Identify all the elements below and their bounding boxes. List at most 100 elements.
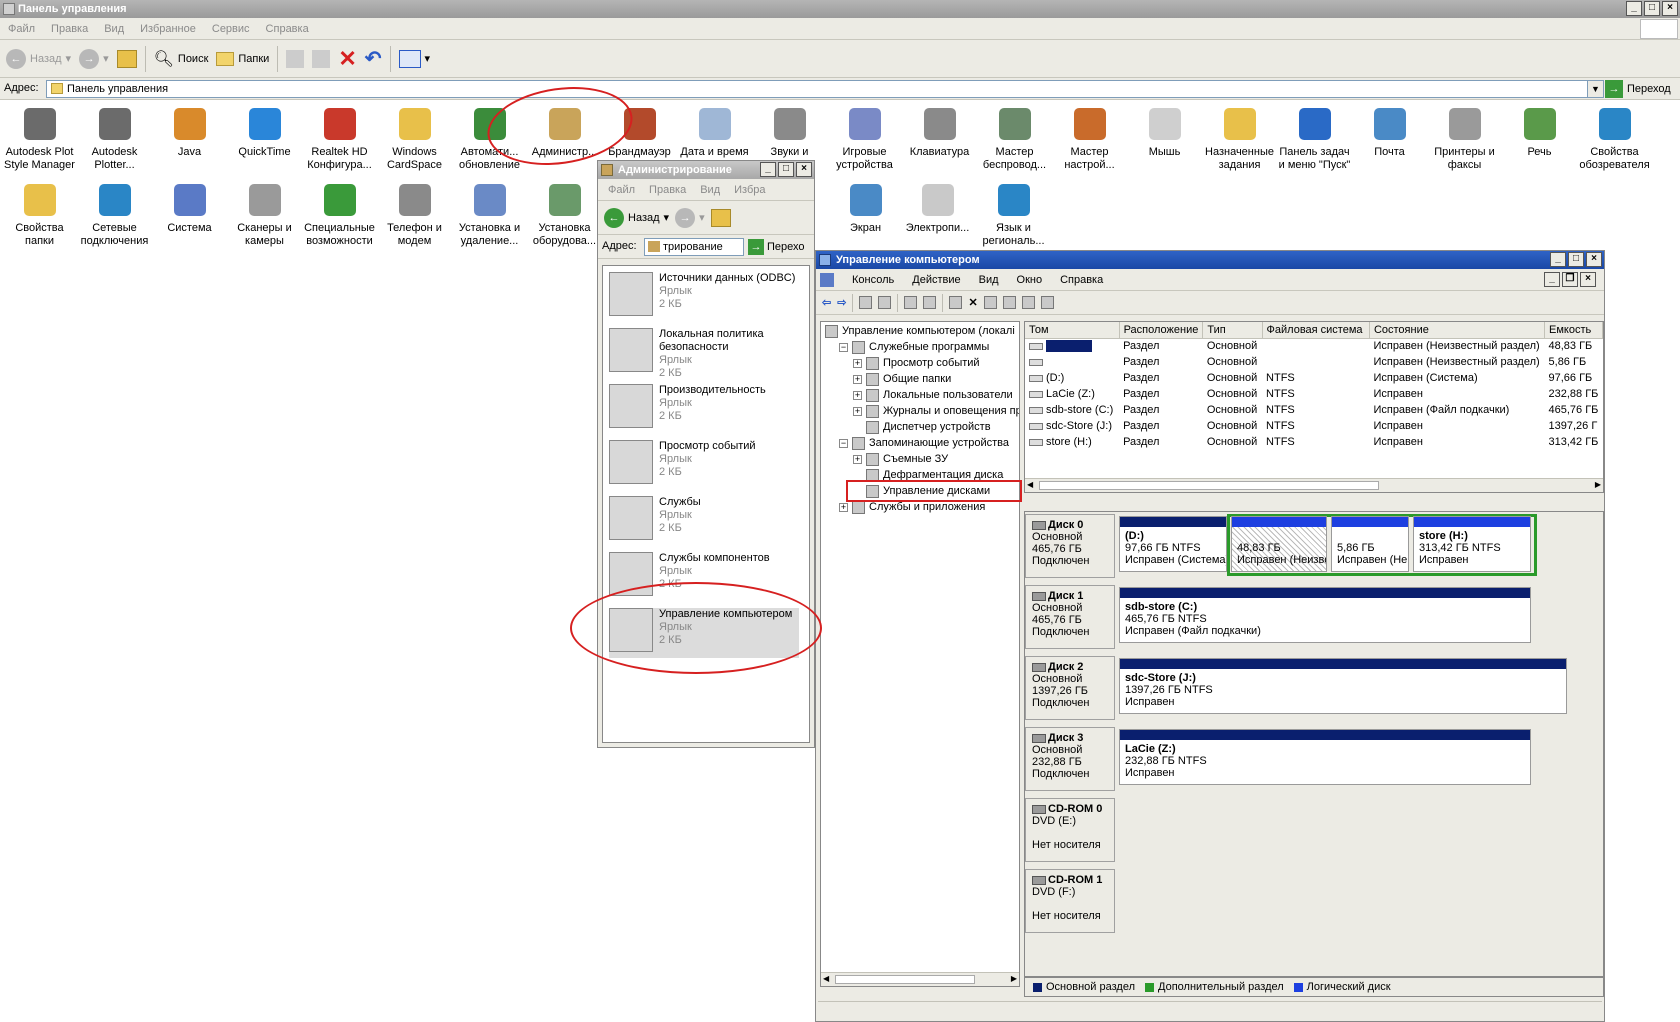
cp-item[interactable]: Панель задач и меню "Пуск" <box>1277 108 1352 172</box>
scroll-thumb[interactable] <box>835 975 975 984</box>
cp-item[interactable]: Установка оборудова... <box>527 184 602 248</box>
menu-file[interactable]: Файл <box>8 23 35 35</box>
cp-item[interactable]: Мышь <box>1127 108 1202 159</box>
menu-view[interactable]: Вид <box>104 23 124 35</box>
disk-label[interactable]: Диск 1 Основной 465,76 ГБ Подключен <box>1025 585 1115 649</box>
expand-icon[interactable]: + <box>853 375 862 384</box>
address-input[interactable]: трирование <box>644 238 744 256</box>
expand-icon[interactable]: + <box>853 359 862 368</box>
back-button[interactable]: ← Назад ▾ <box>604 207 669 228</box>
partition-block[interactable]: sdc-Store (J:) 1397,26 ГБ NTFS Исправен <box>1119 658 1567 714</box>
child-minimize-button[interactable]: _ <box>1544 272 1560 287</box>
child-close-button[interactable]: × <box>1580 272 1596 287</box>
tree-node[interactable]: − Запоминающие устройства <box>839 436 1009 451</box>
cp-item[interactable]: Клавиатура <box>902 108 977 159</box>
back-button[interactable]: ← Назад ▾ <box>6 48 71 69</box>
cp-item[interactable]: Java <box>152 108 227 159</box>
cp-item[interactable]: Специальные возможности <box>302 184 377 248</box>
cp-item[interactable]: Система <box>152 184 227 235</box>
menu-help[interactable]: Справка <box>266 23 309 35</box>
scroll-thumb[interactable] <box>1039 481 1379 490</box>
disk-label[interactable]: CD-ROM 0 DVD (E:) Нет носителя <box>1025 798 1115 862</box>
partition-block[interactable]: store (H:) 313,42 ГБ NTFS Исправен <box>1413 516 1531 572</box>
back-arrow-icon[interactable]: ⇦ <box>822 296 831 309</box>
cp-item[interactable]: Звуки и <box>752 108 827 159</box>
disk-label[interactable]: Диск 0 Основной 465,76 ГБ Подключен <box>1025 514 1115 578</box>
cp-item[interactable]: Свойства папки <box>2 184 77 248</box>
cp-item[interactable]: Экран <box>828 184 903 235</box>
table-row[interactable]: Раздел Основной Исправен (Неизвестный разд… <box>1025 338 1603 354</box>
disk-label[interactable]: Диск 3 Основной 232,88 ГБ Подключен <box>1025 727 1115 791</box>
table-row[interactable]: store (H:) Раздел Основной NTFS Исправен 313,… <box>1025 434 1603 450</box>
menu-file[interactable]: Файл <box>608 184 635 196</box>
tree-node[interactable]: + Службы и приложения <box>839 500 985 515</box>
column-header[interactable]: Том <box>1025 322 1120 339</box>
go-button[interactable]: → Перехо <box>748 239 805 255</box>
menu-favorites[interactable]: Избранное <box>140 23 196 35</box>
table-row[interactable]: sdb-store (C:) Раздел Основной NTFS Исправен… <box>1025 402 1603 418</box>
column-header[interactable]: Тип <box>1202 322 1263 339</box>
tree-node[interactable]: + Съемные ЗУ <box>853 452 948 467</box>
go-button[interactable]: → Переход <box>1605 80 1671 98</box>
menu-console[interactable]: Консоль <box>852 274 894 286</box>
cp-item[interactable]: Установка и удаление... <box>452 184 527 248</box>
folders-button[interactable]: Папки <box>216 51 269 66</box>
expand-icon[interactable]: + <box>839 503 848 512</box>
column-header[interactable]: Емкость <box>1544 322 1603 339</box>
help-icon[interactable] <box>904 296 918 309</box>
partition-block[interactable]: LaCie (Z:) 232,88 ГБ NTFS Исправен <box>1119 729 1531 785</box>
cp-item[interactable]: Речь <box>1502 108 1577 159</box>
cp-item[interactable]: Мастер настрой... <box>1052 108 1127 172</box>
close-button[interactable]: × <box>796 162 812 177</box>
table-row[interactable]: sdc-Store (J:) Раздел Основной NTFS Исправен… <box>1025 418 1603 434</box>
menu-help[interactable]: Справка <box>1060 274 1103 286</box>
column-header[interactable]: Расположение <box>1119 322 1204 339</box>
minimize-button[interactable]: _ <box>760 162 776 177</box>
minimize-button[interactable]: _ <box>1626 1 1642 16</box>
tree-node[interactable]: + Журналы и оповещения пр <box>853 404 1019 419</box>
scroll-right-icon[interactable]: ▶ <box>1011 974 1017 983</box>
cp-item[interactable]: Мастер беспровод... <box>977 108 1052 172</box>
menu-tools[interactable]: Сервис <box>212 23 250 35</box>
collapse-icon[interactable]: − <box>839 343 848 352</box>
tree-node[interactable]: + Просмотр событий <box>853 356 980 371</box>
tree-horizontal-scrollbar[interactable]: ◀ ▶ <box>821 972 1019 986</box>
volume-list-scrollbar[interactable]: ◀ ▶ <box>1025 478 1603 492</box>
column-header[interactable]: Файловая система <box>1262 322 1370 339</box>
properties-sheet-icon[interactable] <box>983 296 997 309</box>
table-row[interactable]: LaCie (Z:) Раздел Основной NTFS Исправен 232,… <box>1025 386 1603 402</box>
up-level-icon[interactable] <box>859 296 873 309</box>
menu-view[interactable]: Вид <box>700 184 720 196</box>
partition-block[interactable]: sdb-store (C:) 465,76 ГБ NTFS Исправен (Фа… <box>1119 587 1531 643</box>
close-button[interactable]: × <box>1662 1 1678 16</box>
tree-node[interactable]: + Общие папки <box>853 372 951 387</box>
admin-list-item[interactable]: Источники данных (ODBC) Ярлык 2 КБ <box>609 272 799 322</box>
tree-node[interactable]: − Служебные программы <box>839 340 989 355</box>
menu-action[interactable]: Действие <box>912 274 960 286</box>
cp-item[interactable]: Windows CardSpace <box>377 108 452 172</box>
address-dropdown-icon[interactable]: ▼ <box>1587 81 1603 97</box>
cp-item[interactable]: Сканеры и камеры <box>227 184 302 248</box>
menu-edit[interactable]: Правка <box>51 23 88 35</box>
cp-item[interactable]: Назначенные задания <box>1202 108 1277 172</box>
cp-item[interactable]: Принтеры и факсы <box>1427 108 1502 172</box>
admin-list-item[interactable]: Службы Ярлык 2 КБ <box>609 496 799 546</box>
properties-icon[interactable] <box>923 296 937 309</box>
cp-item[interactable]: Электропи... <box>900 184 975 235</box>
admin-list-item[interactable]: Производительность Ярлык 2 КБ <box>609 384 799 434</box>
maximize-button[interactable]: □ <box>1644 1 1660 16</box>
cp-item[interactable]: Сетевые подключения <box>77 184 152 248</box>
scroll-right-icon[interactable]: ▶ <box>1595 480 1601 489</box>
delete-button[interactable]: ✕ <box>338 46 356 72</box>
undo-button[interactable]: ↶ <box>365 46 382 71</box>
search-button[interactable]: 🔍︎ Поиск <box>154 49 209 69</box>
forward-button[interactable]: → ▾ <box>79 48 109 69</box>
search-icon[interactable] <box>1021 296 1035 309</box>
collapse-icon[interactable]: − <box>839 439 848 448</box>
cp-item[interactable]: Телефон и модем <box>377 184 452 248</box>
menu-favorites[interactable]: Избра <box>734 184 765 196</box>
forward-arrow-icon[interactable]: ⇨ <box>837 296 846 309</box>
refresh-icon[interactable] <box>949 296 963 309</box>
tree-node[interactable]: Диспетчер устройств <box>853 420 991 435</box>
forward-button[interactable]: → ▾ <box>675 207 705 228</box>
